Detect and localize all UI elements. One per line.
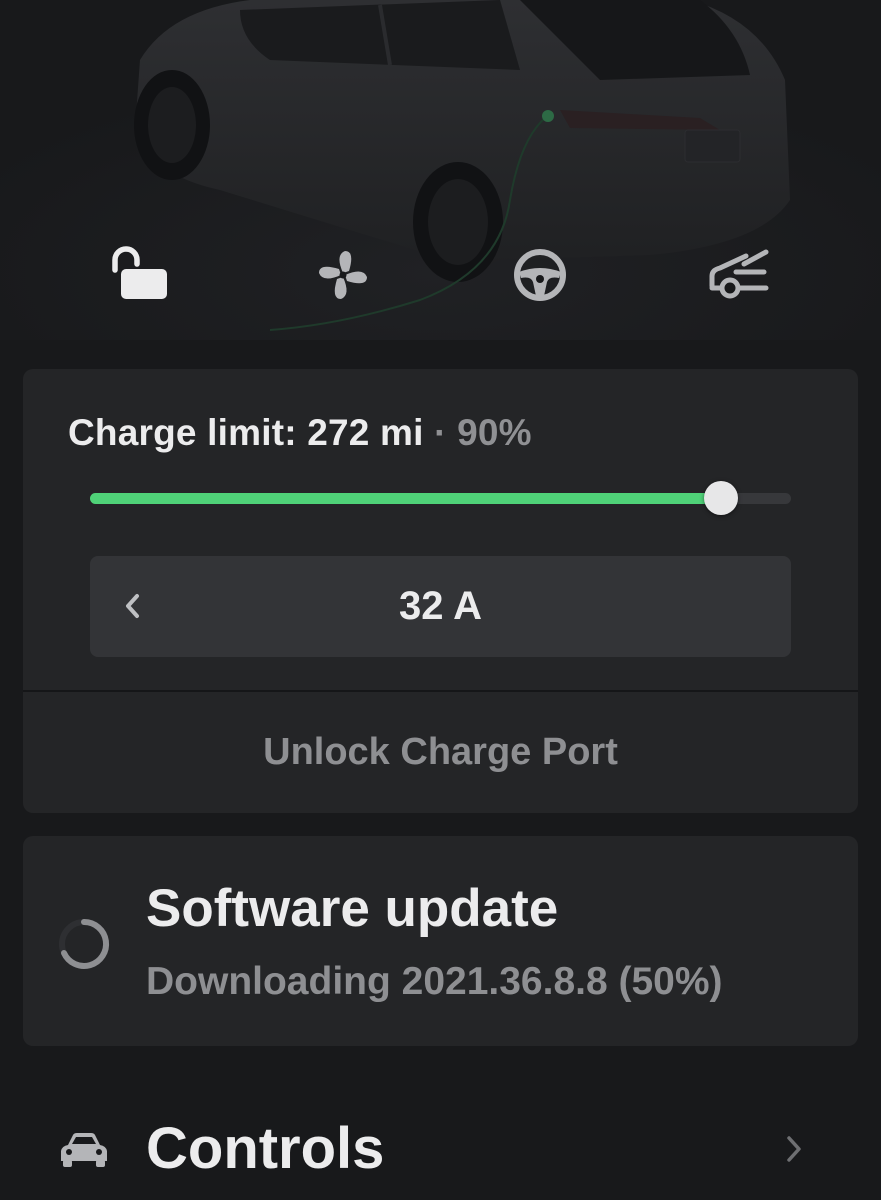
software-update-title: Software update xyxy=(146,879,559,938)
charge-limit-text: Charge limit: 272 mi xyxy=(68,412,424,453)
software-update-status: Downloading 2021.36.8.8 (50%) xyxy=(146,960,723,1003)
charge-current-stepper: 32 A xyxy=(90,556,791,657)
unlock-icon xyxy=(112,246,167,299)
car-icon xyxy=(61,1133,107,1167)
slider-thumb[interactable] xyxy=(703,481,738,515)
frunk-button[interactable] xyxy=(704,240,774,310)
unlock-charge-port-button[interactable]: Unlock Charge Port xyxy=(23,692,858,813)
loading-spinner-icon xyxy=(59,918,110,969)
steering-wheel-heater-button[interactable] xyxy=(505,240,575,310)
charge-limit-separator: · xyxy=(434,412,447,453)
climate-button[interactable] xyxy=(308,240,378,310)
charge-limit-percent: 90% xyxy=(457,412,532,453)
charge-limit-label: Charge limit: 272 mi · 90% xyxy=(68,412,532,454)
lock-button[interactable] xyxy=(103,240,173,310)
steering-wheel-icon xyxy=(514,249,566,301)
vehicle-hero xyxy=(0,0,881,340)
charge-current-value: 32 A xyxy=(398,584,482,628)
chevron-right-icon xyxy=(787,1136,801,1162)
quick-actions xyxy=(0,240,881,310)
fan-icon xyxy=(319,251,367,299)
software-update-card[interactable] xyxy=(23,836,858,1046)
controls-menu-item[interactable]: Controls xyxy=(0,1095,881,1200)
slider-fill xyxy=(90,493,721,504)
controls-label: Controls xyxy=(146,1116,385,1181)
frunk-icon xyxy=(709,249,769,299)
charge-limit-slider[interactable] xyxy=(90,481,791,515)
